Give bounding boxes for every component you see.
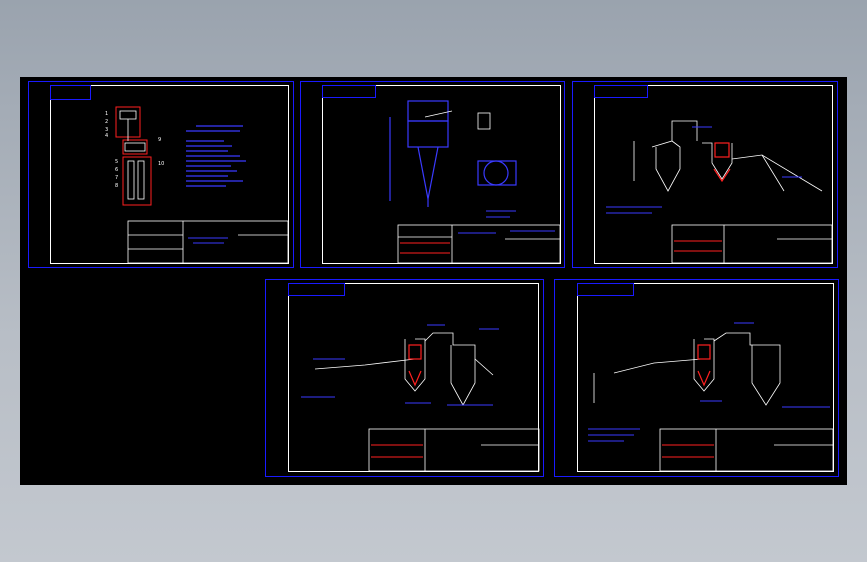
sheet-2-cyclone-elevation[interactable] — [300, 81, 565, 268]
svg-text:9: 9 — [158, 137, 161, 143]
svg-text:4: 4 — [105, 133, 108, 139]
svg-text:5: 5 — [115, 159, 118, 165]
svg-text:7: 7 — [115, 175, 118, 181]
svg-text:2: 2 — [105, 119, 108, 125]
sheet-3-flow-diagram[interactable] — [572, 81, 838, 268]
svg-text:8: 8 — [115, 183, 118, 189]
sheet-1-schematic[interactable]: 12 34 56 78 9 10 — [28, 81, 294, 268]
sheet-4-flow-diagram[interactable] — [265, 279, 544, 477]
svg-text:10: 10 — [158, 161, 164, 167]
cad-canvas[interactable]: 12 34 56 78 9 10 — [20, 77, 847, 485]
sheet-5-flow-diagram[interactable] — [554, 279, 839, 477]
svg-text:1: 1 — [105, 111, 108, 117]
svg-text:6: 6 — [115, 167, 118, 173]
